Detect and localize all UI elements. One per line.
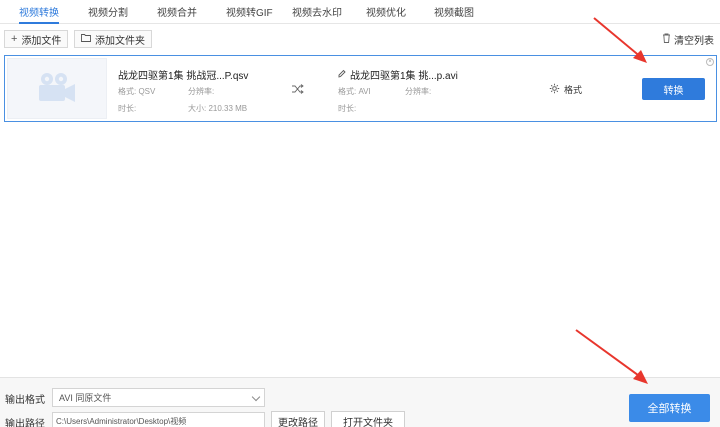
target-file-name: 战龙四驱第1集 挑...p.avi bbox=[350, 71, 458, 82]
video-thumbnail bbox=[7, 58, 107, 119]
chevron-down-icon bbox=[251, 392, 261, 402]
tab-remove-watermark[interactable]: 视频去水印 bbox=[292, 4, 342, 24]
target-file-name-area[interactable]: 战龙四驱第1集 挑...p.avi bbox=[338, 67, 458, 82]
output-format-label: 输出格式 bbox=[5, 395, 45, 406]
trash-icon bbox=[662, 33, 671, 46]
target-duration: 时长: bbox=[338, 104, 357, 113]
add-folder-button[interactable]: 添加文件夹 bbox=[74, 30, 152, 48]
target-resolution: 分辨率: bbox=[405, 87, 432, 96]
convert-button[interactable]: 转换 bbox=[642, 78, 705, 100]
source-size: 大小: 210.33 MB bbox=[188, 104, 248, 113]
toolbar: + 添加文件 添加文件夹 清空列表 bbox=[0, 24, 720, 52]
gear-icon bbox=[549, 83, 560, 96]
output-format-value: AVI 同原文件 bbox=[59, 393, 112, 403]
format-label: 格式 bbox=[564, 85, 583, 95]
output-settings-panel: 输出格式 AVI 同原文件 输出路径 更改路径 打开文件夹 全部转换 bbox=[0, 377, 720, 427]
output-path-label: 输出路径 bbox=[5, 419, 45, 427]
video-camera-icon bbox=[37, 71, 77, 106]
format-settings-button[interactable]: 格式 bbox=[549, 83, 582, 96]
arrow-to-convert-all-button bbox=[575, 329, 648, 384]
shuffle-icon bbox=[292, 83, 304, 97]
source-file-name: 战龙四驱第1集 挑战冠...P.qsv bbox=[118, 71, 249, 82]
open-folder-button[interactable]: 打开文件夹 bbox=[331, 411, 405, 427]
tab-video-split[interactable]: 视频分割 bbox=[88, 4, 128, 24]
tab-video-screenshot[interactable]: 视频截图 bbox=[434, 4, 474, 24]
source-format: 格式: QSV bbox=[118, 87, 156, 96]
tab-video-merge[interactable]: 视频合并 bbox=[157, 4, 197, 24]
tab-bar: 视频转换 视频分割 视频合并 视频转GIF 视频去水印 视频优化 视频截图 bbox=[0, 0, 720, 24]
folder-icon bbox=[81, 33, 91, 45]
clear-list-label: 清空列表 bbox=[674, 35, 714, 47]
remove-item-icon[interactable]: × bbox=[706, 58, 714, 66]
target-format: 格式: AVI bbox=[338, 87, 371, 96]
file-list-item[interactable]: 战龙四驱第1集 挑战冠...P.qsv 格式: QSV 分辨率: 时长: 大小:… bbox=[4, 55, 717, 122]
convert-all-button[interactable]: 全部转换 bbox=[629, 394, 710, 422]
clear-list-button[interactable]: 清空列表 bbox=[662, 30, 714, 48]
source-resolution: 分辨率: bbox=[188, 87, 215, 96]
add-file-button[interactable]: + 添加文件 bbox=[4, 30, 69, 48]
source-duration: 时长: bbox=[118, 104, 137, 113]
output-format-select[interactable]: AVI 同原文件 bbox=[52, 388, 265, 407]
tab-video-to-gif[interactable]: 视频转GIF bbox=[226, 4, 273, 24]
tab-video-convert[interactable]: 视频转换 bbox=[19, 4, 59, 24]
pencil-icon bbox=[338, 69, 346, 81]
change-path-button[interactable]: 更改路径 bbox=[271, 411, 325, 427]
add-folder-label: 添加文件夹 bbox=[95, 35, 145, 47]
plus-icon: + bbox=[11, 32, 18, 45]
tab-video-optimize[interactable]: 视频优化 bbox=[366, 4, 406, 24]
output-path-input[interactable] bbox=[52, 412, 265, 427]
add-file-label: 添加文件 bbox=[21, 35, 62, 47]
